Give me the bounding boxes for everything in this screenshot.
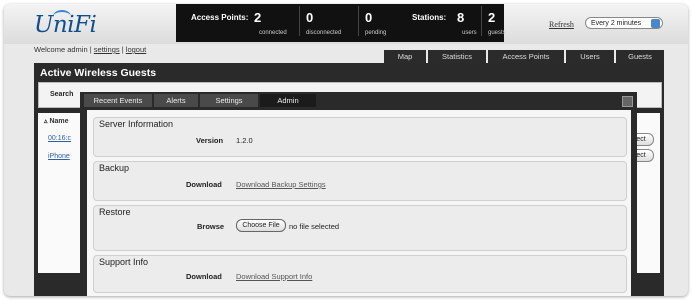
support-info-section	[93, 255, 627, 293]
separator: |	[89, 45, 92, 54]
tab-admin[interactable]: Admin	[260, 94, 316, 107]
pending-count: 0	[365, 10, 373, 25]
guests-count: 2	[488, 10, 496, 25]
select-arrow-icon	[651, 19, 660, 28]
column-header-name[interactable]: ▵ Name	[44, 117, 69, 125]
close-icon[interactable]	[622, 96, 633, 107]
guests-label: guests	[488, 30, 506, 36]
section-title-support: Support Info	[99, 257, 149, 267]
divider	[481, 6, 482, 36]
tab-statistics[interactable]: Statistics	[428, 50, 486, 63]
tab-access-points[interactable]: Access Points	[488, 50, 564, 63]
users-count: 8	[457, 10, 465, 25]
divider	[299, 6, 300, 36]
table-row-link[interactable]: 00:16:c	[48, 135, 71, 142]
backup-section	[93, 161, 627, 201]
version-label: Version	[196, 136, 224, 145]
page-title: Active Wireless Guests	[40, 67, 157, 79]
file-status: no file selected	[289, 222, 340, 231]
choose-file-button[interactable]: Choose File	[236, 219, 286, 232]
table-row-link[interactable]: iPhone	[48, 153, 70, 160]
section-title-backup: Backup	[99, 163, 130, 173]
restore-section	[93, 205, 627, 251]
version-value: 1.2.0	[236, 136, 253, 145]
download-label: Download	[186, 272, 222, 281]
refresh-interval-select[interactable]: Every 2 minutes	[585, 17, 663, 29]
tab-users[interactable]: Users	[566, 50, 614, 63]
download-support-link[interactable]: Download Support Info	[236, 272, 312, 281]
disconnected-count: 0	[306, 10, 314, 25]
tab-guests[interactable]: Guests	[616, 50, 664, 63]
welcome-text: Welcome admin	[34, 45, 88, 54]
tab-map[interactable]: Map	[384, 50, 426, 63]
tab-alerts[interactable]: Alerts	[154, 94, 198, 107]
app-window: UniFi Access Points: 2 connected 0 disco…	[4, 4, 688, 296]
logo-arc-icon	[53, 10, 71, 23]
column-name-label: Name	[49, 118, 69, 125]
browse-label: Browse	[197, 222, 225, 231]
download-backup-link[interactable]: Download Backup Settings	[236, 180, 326, 189]
tab-settings[interactable]: Settings	[200, 94, 258, 107]
separator: |	[121, 45, 124, 54]
tab-recent-events[interactable]: Recent Events	[84, 94, 152, 107]
unifi-logo[interactable]: UniFi	[34, 10, 97, 38]
logout-link[interactable]: logout	[126, 45, 146, 54]
disconnected-label: disconnected	[306, 30, 342, 36]
settings-link[interactable]: settings	[94, 45, 120, 54]
status-bar: Access Points: 2 connected 0 disconnecte…	[176, 4, 506, 42]
server-info-section	[93, 117, 627, 157]
connected-label: connected	[259, 30, 287, 36]
section-title-server: Server Information	[99, 119, 174, 129]
connected-count: 2	[254, 10, 262, 25]
stations-label: Stations:	[412, 13, 447, 22]
refresh-interval-value: Every 2 minutes	[591, 20, 642, 27]
download-label: Download	[186, 180, 222, 189]
divider	[358, 6, 359, 36]
welcome-bar: Welcome admin | settings | logout	[34, 45, 146, 54]
pending-label: pending	[365, 30, 387, 36]
search-label: Search	[50, 91, 74, 98]
section-title-restore: Restore	[99, 207, 131, 217]
access-points-label: Access Points:	[191, 13, 249, 22]
users-label: users	[462, 30, 477, 36]
refresh-link[interactable]: Refresh	[549, 20, 574, 29]
